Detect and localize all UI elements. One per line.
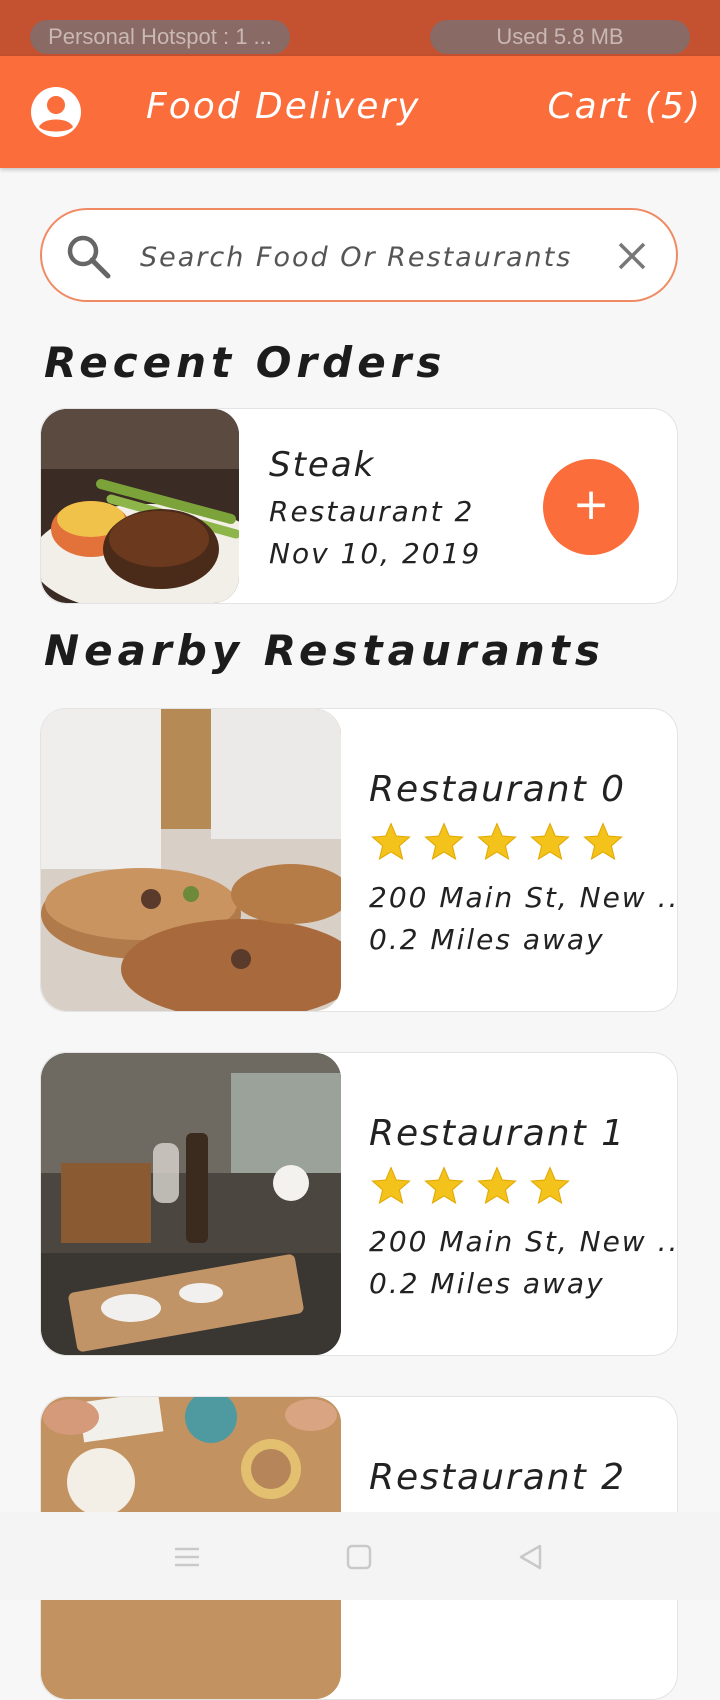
hotspot-indicator: Personal Hotspot : 1 ...: [30, 20, 290, 54]
restaurant-card-1[interactable]: Restaurant 1 200 Main St, New ... 0.2 Mi…: [40, 1052, 678, 1356]
search-icon: [67, 235, 111, 279]
restaurant-image: [41, 709, 341, 1011]
reorder-add-button[interactable]: +: [543, 459, 639, 555]
search-input[interactable]: [138, 232, 612, 282]
back-icon[interactable]: [516, 1542, 546, 1572]
restaurant-distance: 0.2 Miles away: [369, 1267, 605, 1300]
recent-order-card[interactable]: Steak Restaurant 2 Nov 10, 2019 +: [40, 408, 678, 604]
app-title: Food Delivery: [146, 86, 421, 127]
star-icon: [424, 822, 464, 861]
cart-button[interactable]: Cart (5): [547, 86, 702, 127]
restaurant-distance: 0.2 Miles away: [369, 923, 605, 956]
menu-icon[interactable]: [172, 1542, 202, 1572]
restaurant-image: [41, 1053, 341, 1355]
app-bar: Food Delivery Cart (5): [0, 56, 720, 168]
account-icon[interactable]: [30, 86, 82, 138]
steak-dish-image: [41, 409, 239, 603]
data-usage-indicator: Used 5.8 MB: [430, 20, 690, 54]
rating-stars: [369, 821, 634, 867]
restaurant-name: Restaurant 1: [369, 1113, 627, 1154]
star-icon: [530, 1166, 570, 1205]
star-icon: [583, 822, 623, 861]
star-icon: [371, 822, 411, 861]
star-icon: [477, 822, 517, 861]
order-restaurant-name: Restaurant 2: [269, 495, 475, 528]
star-icon: [371, 1166, 411, 1205]
system-nav-bar: [0, 1512, 720, 1600]
home-icon[interactable]: [344, 1542, 374, 1572]
restaurant-address: 200 Main St, New ...: [369, 881, 678, 914]
star-icon: [530, 822, 570, 861]
restaurant-card-0[interactable]: Restaurant 0 200 Main St, New ... 0.2 Mi…: [40, 708, 678, 1012]
order-dish-name: Steak: [269, 445, 376, 485]
order-date: Nov 10, 2019: [269, 537, 482, 570]
close-icon[interactable]: [614, 238, 650, 274]
star-icon: [477, 1166, 517, 1205]
search-bar[interactable]: [40, 208, 678, 302]
restaurant-address: 200 Main St, New ...: [369, 1225, 678, 1258]
recent-orders-heading: Recent Orders: [44, 338, 447, 387]
restaurant-name: Restaurant 0: [369, 769, 627, 810]
status-bar: Personal Hotspot : 1 ... Used 5.8 MB: [0, 0, 720, 56]
star-icon: [424, 1166, 464, 1205]
nearby-restaurants-heading: Nearby Restaurants: [44, 626, 605, 675]
restaurant-name: Restaurant 2: [369, 1457, 627, 1498]
rating-stars: [369, 1165, 581, 1211]
